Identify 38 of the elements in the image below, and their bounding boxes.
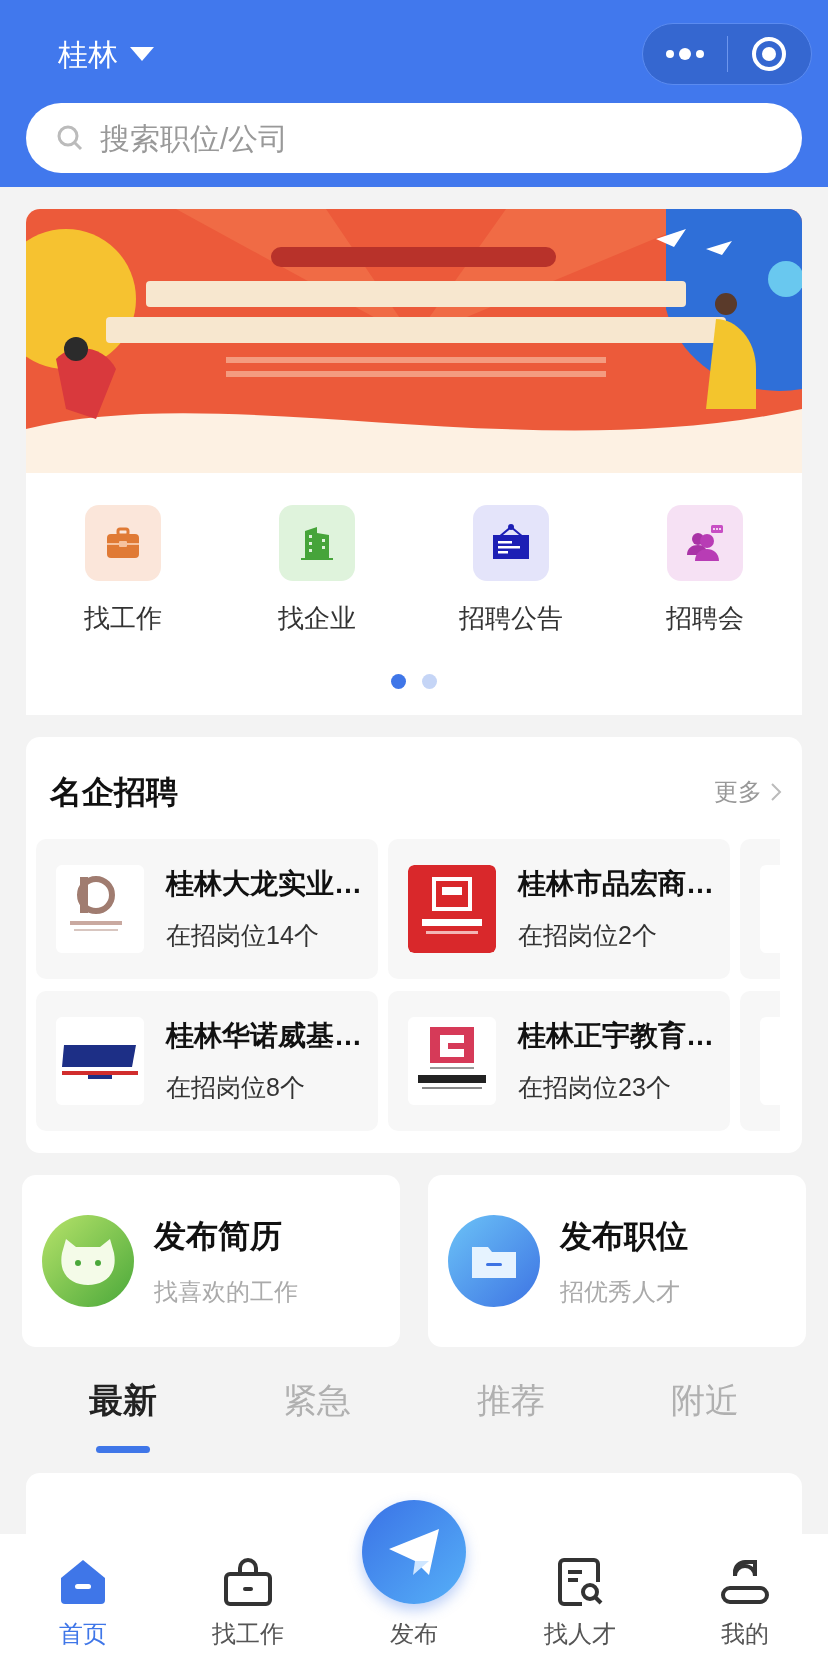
folder-icon [446, 1213, 542, 1309]
nav-tab[interactable]: 找人才 [496, 1556, 663, 1652]
post-subtitle: 找喜欢的工作 [154, 1277, 298, 1307]
feed-tab[interactable]: 最新 [26, 1375, 220, 1453]
open-positions: 在招岗位2个 [518, 920, 658, 952]
nav-tab[interactable]: 找工作 [165, 1556, 332, 1652]
company-card[interactable]: 桂林华诺威基… 在招岗位8个 [36, 991, 378, 1131]
shortcut-item[interactable]: 招聘会 [608, 505, 802, 638]
shortcut-item[interactable]: 招聘公告 [414, 505, 608, 638]
search-field[interactable]: 搜索职位/公司 [26, 103, 802, 173]
post-title: 发布简历 [154, 1217, 283, 1256]
search-icon [56, 124, 84, 152]
company-card[interactable]: 桂林市品宏商… 在招岗位2个 [388, 839, 730, 979]
post-title: 发布职位 [560, 1217, 688, 1256]
shortcut-item[interactable]: 找工作 [26, 505, 220, 638]
caret-icon [130, 47, 154, 61]
open-positions: 在招岗位14个 [166, 920, 320, 952]
company-name: 桂林华诺威基… [166, 1019, 358, 1054]
bag-icon [222, 1556, 275, 1608]
post-card[interactable]: 发布简历 找喜欢的工作 [22, 1175, 400, 1347]
open-positions: 在招岗位8个 [166, 1072, 306, 1104]
mascot-icon [40, 1213, 136, 1309]
chevron-right-icon [770, 782, 782, 802]
company-card[interactable]: 桂林大龙实业… 在招岗位14个 [36, 839, 378, 979]
open-positions: 在招岗位23个 [518, 1072, 672, 1104]
company-name: 桂林市品宏商… [518, 867, 710, 902]
company-card[interactable]: 桂林正宇教育… 在招岗位23个 [388, 991, 730, 1131]
post-card[interactable]: 发布职位 招优秀人才 [428, 1175, 806, 1347]
company-name: 桂林正宇教育… [518, 1019, 710, 1054]
shortcut-item[interactable]: 找企业 [220, 505, 414, 638]
post-subtitle: 招优秀人才 [560, 1277, 681, 1307]
publish-tab[interactable]: 发布 [331, 1616, 497, 1652]
company-name: 桂林大龙实业… [166, 867, 358, 902]
nav-tab[interactable]: 我的 [662, 1556, 828, 1652]
section-title: 名企招聘 [50, 773, 178, 812]
nav-tab[interactable]: 首页 [0, 1556, 166, 1652]
city-selector[interactable]: 桂林 [58, 31, 154, 77]
search-input[interactable]: 搜索职位/公司 [100, 115, 772, 161]
